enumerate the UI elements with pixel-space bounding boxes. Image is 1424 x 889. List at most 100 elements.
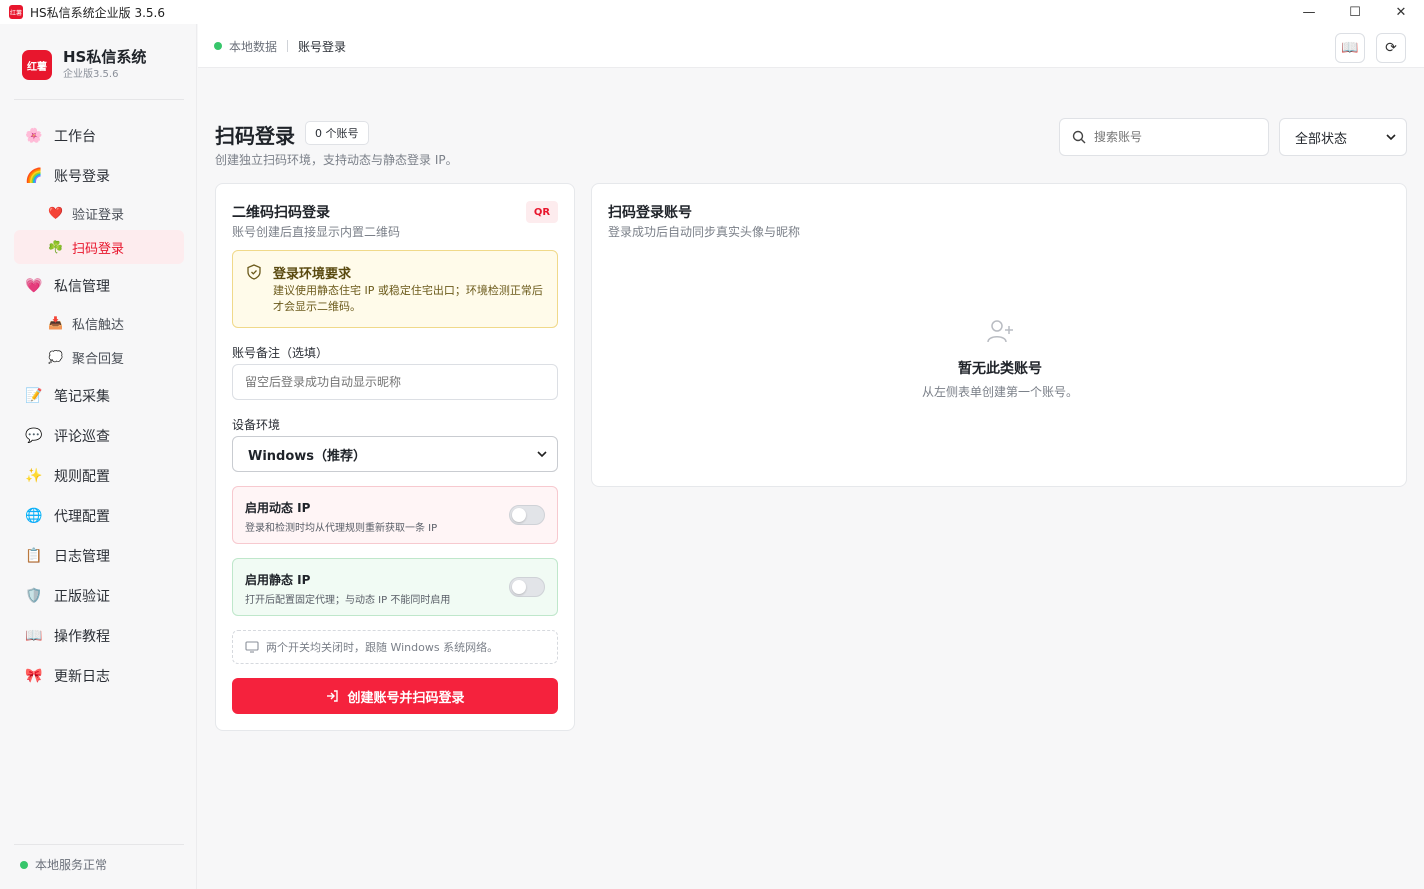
- guide-button[interactable]: 📖: [1335, 33, 1365, 63]
- status-filter-value: 全部状态: [1295, 131, 1348, 147]
- sidebar-item-proxy-config[interactable]: 🌐 代理配置: [14, 496, 184, 536]
- window-title: HS私信系统企业版 3.5.6: [30, 5, 165, 20]
- static-ip-toggle[interactable]: [509, 577, 545, 597]
- warning-text: 建议使用静态住宅 IP 或稳定住宅出口；环境检测正常后才会显示二维码。: [273, 284, 543, 313]
- close-button[interactable]: ✕: [1378, 0, 1424, 24]
- sidebar-item-changelog[interactable]: 🎀 更新日志: [14, 656, 184, 696]
- sidebar-item-label: 规则配置: [54, 469, 110, 485]
- search-icon: [1072, 130, 1086, 144]
- refresh-button[interactable]: ⟳: [1376, 33, 1406, 63]
- brand-logo: 红薯: [22, 50, 52, 80]
- dynamic-ip-option: 启用动态 IP 登录和检测时均从代理规则重新获取一条 IP: [232, 486, 558, 544]
- sidebar-item-message-reach[interactable]: 📥 私信触达: [14, 306, 184, 340]
- page-subtitle: 创建独立扫码环境，支持动态与静态登录 IP。: [215, 153, 458, 167]
- sidebar-item-label: 操作教程: [54, 629, 110, 645]
- toggle-knob: [512, 508, 526, 522]
- sidebar-item-label: 正版验证: [54, 589, 110, 605]
- sidebar-item-label: 评论巡查: [54, 429, 110, 445]
- service-status: 本地服务正常: [20, 856, 107, 873]
- empty-subtitle: 从左侧表单创建第一个账号。: [921, 385, 1078, 399]
- status-dot-icon: [20, 860, 28, 869]
- sidebar-item-label: 验证登录: [72, 207, 125, 223]
- clover-icon: ☘️: [48, 240, 63, 254]
- speech-bubble-icon: 💬: [25, 428, 43, 444]
- chevron-down-icon: [1386, 134, 1396, 141]
- ribbon-icon: 🎀: [25, 668, 43, 684]
- sidebar-item-note-collect[interactable]: 📝 笔记采集: [14, 376, 184, 416]
- static-ip-title: 启用静态 IP: [245, 573, 311, 587]
- login-arrow-icon: [327, 690, 339, 702]
- sidebar-nav: 🌸 工作台 🌈 账号登录 ❤️ 验证登录 ☘️ 扫码登录 💗 私信管理 📥 私信…: [14, 116, 184, 696]
- environment-warning: 登录环境要求 建议使用静态住宅 IP 或稳定住宅出口；环境检测正常后才会显示二维…: [232, 250, 558, 328]
- brand-version: 企业版3.5.6: [63, 69, 119, 80]
- sidebar-item-qr-login[interactable]: ☘️ 扫码登录: [14, 230, 184, 264]
- page-title: 扫码登录: [215, 124, 295, 148]
- create-and-scan-button[interactable]: 创建账号并扫码登录: [232, 678, 558, 714]
- qr-badge: QR: [526, 201, 558, 223]
- sidebar-item-label: 私信触达: [72, 317, 125, 333]
- sparkles-icon: ✨: [25, 468, 43, 484]
- pink-heart-icon: 💗: [25, 278, 43, 294]
- globe-icon: 🌐: [25, 508, 43, 524]
- note-input[interactable]: [245, 365, 545, 399]
- topbar: 本地数据 账号登录 📖 ⟳: [198, 24, 1424, 68]
- create-and-scan-label: 创建账号并扫码登录: [347, 690, 465, 706]
- dynamic-ip-toggle[interactable]: [509, 505, 545, 525]
- breadcrumb-separator: [287, 40, 289, 52]
- add-user-icon: [987, 320, 1013, 343]
- refresh-icon: ⟳: [1385, 40, 1397, 56]
- device-label: 设备环境: [232, 418, 281, 432]
- breadcrumb-root[interactable]: 本地数据: [229, 38, 277, 55]
- brand: 红薯 HS私信系统 企业版3.5.6: [22, 48, 146, 82]
- sidebar-item-label: 账号登录: [54, 169, 110, 185]
- sidebar-item-verify-login[interactable]: ❤️ 验证登录: [14, 196, 184, 230]
- sidebar-item-workbench[interactable]: 🌸 工作台: [14, 116, 184, 156]
- sidebar-item-log-manage[interactable]: 📋 日志管理: [14, 536, 184, 576]
- app-icon: 红薯: [9, 5, 23, 19]
- sidebar-item-label: 扫码登录: [72, 241, 125, 257]
- device-select[interactable]: Windows（推荐）: [232, 436, 558, 472]
- sidebar-item-license-verify[interactable]: 🛡️ 正版验证: [14, 576, 184, 616]
- toggle-knob: [512, 580, 526, 594]
- search-input[interactable]: [1094, 130, 1254, 144]
- sidebar-item-message-manage[interactable]: 💗 私信管理: [14, 266, 184, 306]
- maximize-button[interactable]: ☐: [1332, 0, 1378, 24]
- empty-title: 暂无此类账号: [958, 361, 1042, 377]
- sidebar-divider: [14, 844, 184, 845]
- network-hint-text: 两个开关均关闭时，跟随 Windows 系统网络。: [266, 641, 499, 654]
- minimize-button[interactable]: —: [1286, 0, 1332, 24]
- sidebar-item-label: 聚合回复: [72, 351, 125, 367]
- sidebar-item-rule-config[interactable]: ✨ 规则配置: [14, 456, 184, 496]
- sidebar-divider: [14, 99, 184, 100]
- sidebar-item-account-login[interactable]: 🌈 账号登录: [14, 156, 184, 196]
- status-filter-select[interactable]: 全部状态: [1279, 118, 1407, 156]
- rainbow-icon: 🌈: [25, 168, 43, 184]
- clipboard-icon: 📋: [25, 548, 43, 564]
- memo-icon: 📝: [25, 388, 43, 404]
- brand-name: HS私信系统: [63, 48, 147, 66]
- dynamic-ip-title: 启用动态 IP: [245, 501, 311, 515]
- monitor-icon: [245, 641, 259, 653]
- empty-state: [592, 318, 1408, 350]
- sidebar-item-label: 笔记采集: [54, 389, 110, 405]
- note-field[interactable]: [232, 364, 558, 400]
- service-status-text: 本地服务正常: [35, 858, 108, 872]
- device-select-value: Windows（推荐）: [248, 448, 367, 464]
- search-box[interactable]: [1059, 118, 1269, 156]
- card-title: 扫码登录账号: [608, 205, 692, 221]
- sidebar: 红薯 HS私信系统 企业版3.5.6 🌸 工作台 🌈 账号登录 ❤️ 验证登录 …: [0, 24, 197, 889]
- heart-icon: ❤️: [48, 206, 63, 220]
- sidebar-item-tutorial[interactable]: 📖 操作教程: [14, 616, 184, 656]
- network-hint: 两个开关均关闭时，跟随 Windows 系统网络。: [232, 630, 558, 664]
- thought-bubble-icon: 💭: [48, 350, 63, 364]
- window-titlebar: 红薯 HS私信系统企业版 3.5.6 — ☐ ✕: [0, 0, 1424, 24]
- sidebar-item-label: 工作台: [54, 129, 96, 145]
- main-content: 扫码登录 0 个账号 创建独立扫码环境，支持动态与静态登录 IP。 全部状态 二…: [198, 68, 1424, 889]
- sidebar-item-comment-patrol[interactable]: 💬 评论巡查: [14, 416, 184, 456]
- sidebar-item-aggregate-reply[interactable]: 💭 聚合回复: [14, 340, 184, 374]
- qr-login-form-card: 二维码扫码登录 账号创建后直接显示内置二维码 QR 登录环境要求 建议使用静态住…: [215, 183, 575, 731]
- local-data-dot-icon: [214, 42, 222, 50]
- breadcrumb-current: 账号登录: [298, 39, 347, 54]
- card-title: 二维码扫码登录: [232, 205, 330, 221]
- shield-check-icon: [247, 264, 261, 280]
